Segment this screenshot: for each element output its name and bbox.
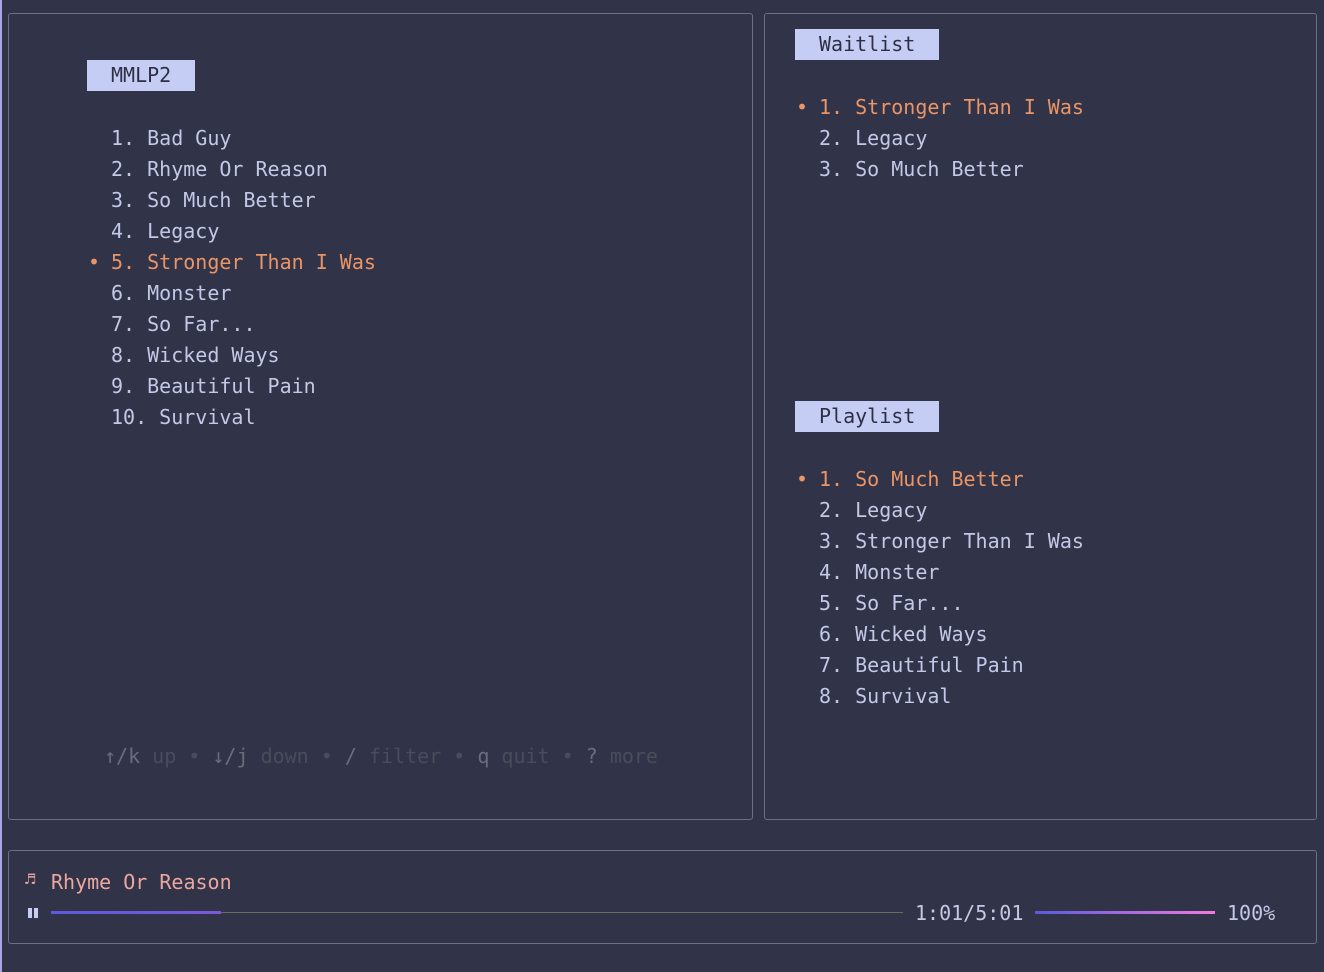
help-key: ↓/j xyxy=(212,744,249,768)
now-playing-title: Rhyme Or Reason xyxy=(51,870,232,894)
help-key: q xyxy=(477,744,490,768)
waitlist-list: 1. Stronger Than I Was2. Legacy3. So Muc… xyxy=(796,92,1084,185)
library-item[interactable]: 4. Legacy xyxy=(111,216,376,247)
playlist-item[interactable]: 4. Monster xyxy=(819,557,1084,588)
playlist-item[interactable]: 7. Beautiful Pain xyxy=(819,650,1084,681)
help-key: ? xyxy=(585,744,598,768)
library-item[interactable]: 5. Stronger Than I Was xyxy=(88,247,376,278)
library-item[interactable]: 10. Survival xyxy=(111,402,376,433)
help-bar: ↑/k up • ↓/j down • / filter • q quit • … xyxy=(104,744,658,768)
help-desc: down xyxy=(260,744,309,768)
volume-level: 100% xyxy=(1227,901,1276,925)
separator: • xyxy=(549,744,586,768)
playlist-list: 1. So Much Better2. Legacy3. Stronger Th… xyxy=(796,464,1084,712)
playlist-item[interactable]: 6. Wicked Ways xyxy=(819,619,1084,650)
waitlist-item[interactable]: 1. Stronger Than I Was xyxy=(796,92,1084,123)
library-item[interactable]: 7. So Far... xyxy=(111,309,376,340)
library-item[interactable]: 9. Beautiful Pain xyxy=(111,371,376,402)
help-desc: quit xyxy=(501,744,550,768)
library-title: MMLP2 xyxy=(87,60,196,91)
library-item[interactable]: 3. So Much Better xyxy=(111,185,376,216)
library-item[interactable]: 2. Rhyme Or Reason xyxy=(111,154,376,185)
help-desc: filter xyxy=(368,744,442,768)
separator: • xyxy=(308,744,345,768)
separator: • xyxy=(441,744,478,768)
separator: • xyxy=(176,744,213,768)
player-panel: ♬ Rhyme Or Reason 1:01/5:01 100% xyxy=(8,850,1317,944)
waitlist-item[interactable]: 3. So Much Better xyxy=(819,154,1084,185)
pause-icon[interactable] xyxy=(28,908,38,918)
library-item[interactable]: 8. Wicked Ways xyxy=(111,340,376,371)
library-item[interactable]: 1. Bad Guy xyxy=(111,123,376,154)
library-panel: MMLP2 1. Bad Guy 2. Rhyme Or Reason 3. So … xyxy=(8,13,753,820)
help-key: ↑/k xyxy=(104,744,141,768)
music-note-icon: ♬ xyxy=(25,870,36,890)
waitlist-title: Waitlist xyxy=(795,29,940,60)
library-item[interactable]: 6. Monster xyxy=(111,278,376,309)
playlist-title: Playlist xyxy=(795,401,940,432)
playlist-item[interactable]: 8. Survival xyxy=(819,681,1084,712)
playlist-item[interactable]: 5. So Far... xyxy=(819,588,1084,619)
waitlist-item[interactable]: 2. Legacy xyxy=(819,123,1084,154)
progress-fill xyxy=(51,911,222,914)
elapsed-time: 1:01/5:01 xyxy=(915,901,1024,925)
queue-panel: Waitlist 1. Stronger Than I Was2. Legacy… xyxy=(764,13,1317,820)
help-key: / xyxy=(344,744,357,768)
help-desc: more xyxy=(609,744,658,768)
playlist-item[interactable]: 3. Stronger Than I Was xyxy=(819,526,1084,557)
playlist-item[interactable]: 2. Legacy xyxy=(819,495,1084,526)
volume-bar[interactable] xyxy=(1035,911,1215,914)
help-desc: up xyxy=(152,744,177,768)
playlist-item[interactable]: 1. So Much Better xyxy=(796,464,1084,495)
library-list: 1. Bad Guy 2. Rhyme Or Reason 3. So Much B… xyxy=(88,123,376,433)
